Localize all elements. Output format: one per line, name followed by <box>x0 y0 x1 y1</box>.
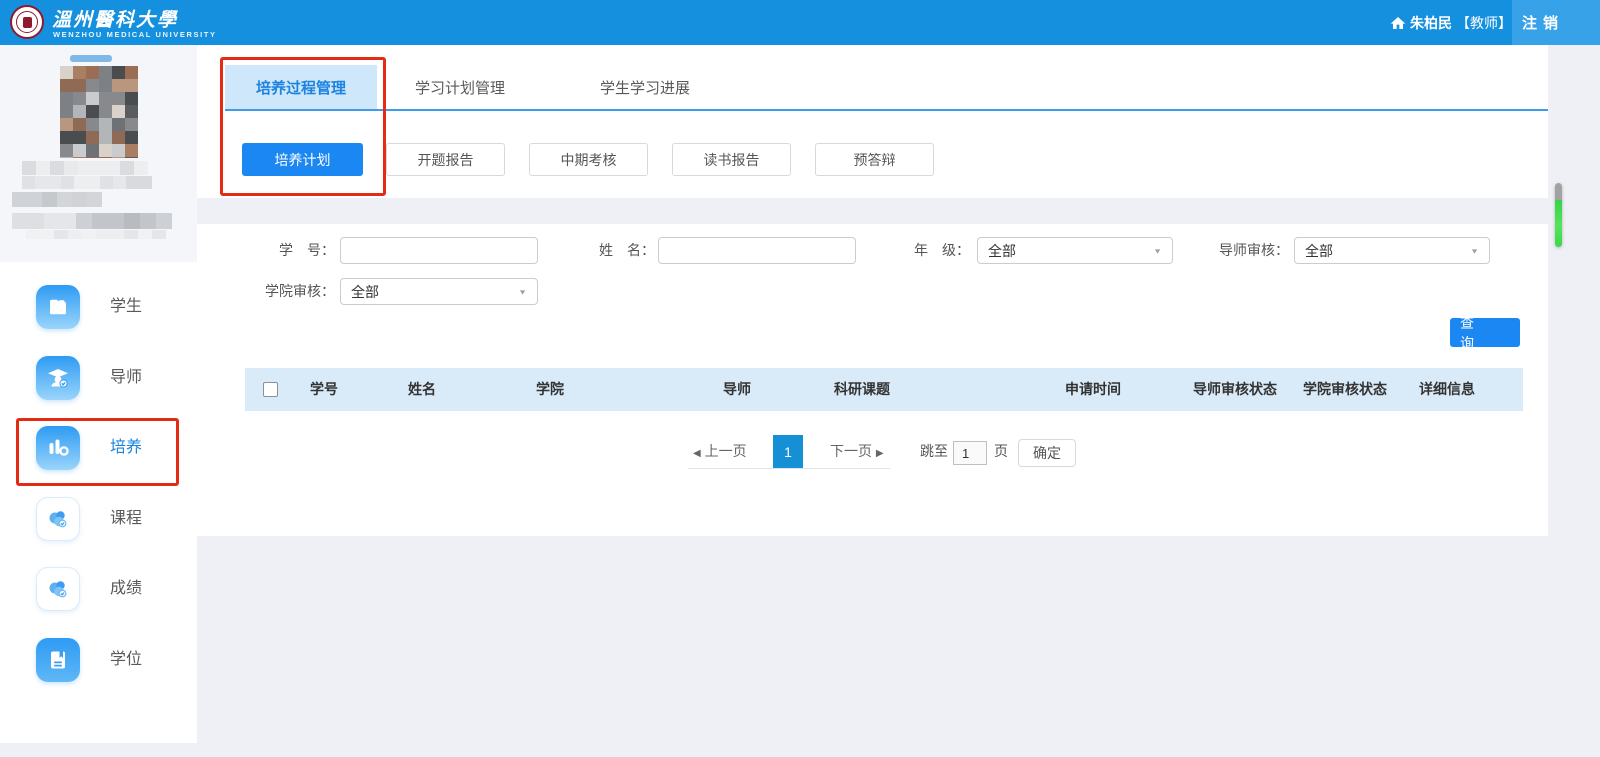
sidebar-item-label: 课程 <box>110 497 142 541</box>
search-button[interactable]: 查 询 <box>1450 318 1520 347</box>
cloud-sync-icon <box>36 497 80 541</box>
mentor-review-label: 导师审核： <box>1204 237 1289 264</box>
profile-text-blurred <box>12 192 114 207</box>
pre-defense-button[interactable]: 预答辩 <box>815 143 934 176</box>
user-role-badge: 【教师】 <box>1456 13 1512 33</box>
scrollbar-track-top <box>1555 183 1562 200</box>
sidebar-item-label: 成绩 <box>110 567 142 611</box>
user-info: 朱柏民 【教师】 <box>1390 0 1512 45</box>
student-name-label: 姓 名： <box>575 237 655 264</box>
grade-label: 年 级： <box>890 237 970 264</box>
college-review-label: 学院审核： <box>250 278 335 305</box>
sidebar-item-label: 导师 <box>110 356 142 400</box>
training-plan-button[interactable]: 培养计划 <box>242 143 363 176</box>
column-mentor-review-status: 导师审核状态 <box>1193 368 1277 411</box>
next-page-button[interactable]: 下一页 ▶ <box>830 435 884 468</box>
chevron-down-icon: ▼ <box>518 288 527 296</box>
confirm-button[interactable]: 确定 <box>1018 439 1076 467</box>
top-header-bar: 溫州醫科大學 WENZHOU MEDICAL UNIVERSITY 朱柏民 【教… <box>0 0 1600 45</box>
chevron-down-icon: ▼ <box>1153 247 1162 255</box>
sidebar-item-degree[interactable]: 学位 <box>0 638 197 682</box>
university-emblem-icon <box>16 11 38 33</box>
home-icon[interactable] <box>1390 15 1406 31</box>
page-unit-label: 页 <box>994 435 1008 468</box>
prev-arrow-icon: ◀ <box>693 448 701 459</box>
table-header-row: 学号 姓名 学院 导师 科研课题 申请时间 导师审核状态 学院审核状态 详细信息 <box>245 368 1523 411</box>
proposal-report-button[interactable]: 开题报告 <box>386 143 505 176</box>
scrollbar[interactable] <box>1555 183 1562 247</box>
student-id-input[interactable] <box>340 237 538 264</box>
university-logo <box>10 5 44 39</box>
profile-photo-tab <box>70 55 112 62</box>
folder-icon <box>36 285 80 329</box>
profile-text-blurred <box>26 230 166 239</box>
column-college-review-status: 学院审核状态 <box>1303 368 1387 411</box>
reading-report-button[interactable]: 读书报告 <box>672 143 791 176</box>
sidebar-item-label: 培养 <box>110 426 142 470</box>
mentor-review-select[interactable]: 全部 ▼ <box>1294 237 1490 264</box>
column-apply-time: 申请时间 <box>1065 368 1121 411</box>
user-name[interactable]: 朱柏民 <box>1410 13 1452 33</box>
tab-training-process[interactable]: 培养过程管理 <box>225 65 377 110</box>
mentor-icon <box>36 356 80 400</box>
profile-photo-blurred <box>60 66 140 158</box>
profile-text-blurred <box>12 213 184 229</box>
sidebar-item-label: 学生 <box>110 285 142 329</box>
sidebar-item-courses[interactable]: 课程 <box>0 497 197 541</box>
column-name: 姓名 <box>408 368 436 411</box>
next-arrow-icon: ▶ <box>876 448 884 459</box>
tab-student-progress[interactable]: 学生学习进展 <box>570 65 720 110</box>
logout-button[interactable]: 注销 <box>1512 0 1600 45</box>
student-id-label: 学 号： <box>255 237 335 264</box>
sidebar-item-grades[interactable]: 成绩 <box>0 567 197 611</box>
chevron-down-icon: ▼ <box>1470 247 1479 255</box>
current-page-badge[interactable]: 1 <box>773 435 803 468</box>
sidebar-item-label: 学位 <box>110 638 142 682</box>
prev-page-button[interactable]: ◀ 上一页 <box>693 435 747 468</box>
college-review-select[interactable]: 全部 ▼ <box>340 278 538 305</box>
cloud-sync-icon <box>36 567 80 611</box>
sidebar-item-students[interactable]: 学生 <box>0 285 197 329</box>
bar-chart-icon <box>36 426 80 470</box>
sidebar-item-mentors[interactable]: 导师 <box>0 356 197 400</box>
sidebar-item-training[interactable]: 培养 <box>0 426 197 470</box>
column-detail-info: 详细信息 <box>1419 368 1475 411</box>
column-college: 学院 <box>536 368 564 411</box>
tab-underline <box>225 109 1548 111</box>
app-root: 溫州醫科大學 WENZHOU MEDICAL UNIVERSITY 朱柏民 【教… <box>0 0 1600 757</box>
column-research-topic: 科研课题 <box>834 368 890 411</box>
scrollbar-thumb <box>1555 200 1562 247</box>
pagination-divider <box>688 468 890 469</box>
column-mentor: 导师 <box>723 368 751 411</box>
university-name-zh: 溫州醫科大學 <box>52 5 178 32</box>
jump-to-label: 跳至 <box>920 435 948 468</box>
grade-select[interactable]: 全部 ▼ <box>977 237 1173 264</box>
tab-study-plan[interactable]: 学习计划管理 <box>385 65 535 110</box>
profile-text-blurred <box>22 176 152 189</box>
select-all-checkbox[interactable] <box>263 382 278 397</box>
profile-text-blurred <box>22 161 152 175</box>
jump-page-input[interactable] <box>953 441 987 465</box>
university-name-en: WENZHOU MEDICAL UNIVERSITY <box>53 30 217 39</box>
midterm-assessment-button[interactable]: 中期考核 <box>529 143 648 176</box>
student-name-input[interactable] <box>658 237 856 264</box>
book-icon <box>36 638 80 682</box>
column-student-id: 学号 <box>310 368 338 411</box>
